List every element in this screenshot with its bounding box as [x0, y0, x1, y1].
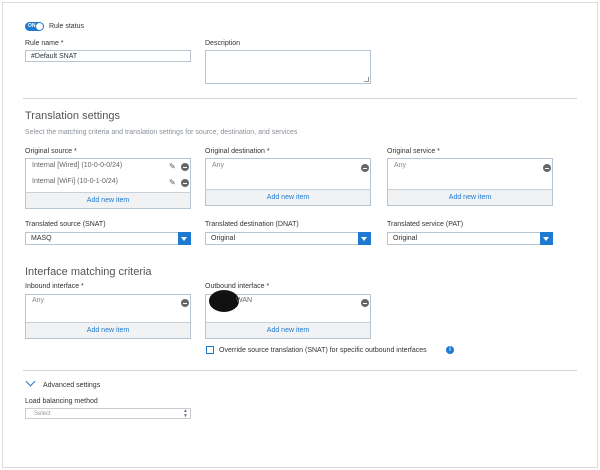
override-snat-checkbox[interactable] — [206, 346, 214, 354]
translated-destination-select[interactable]: Original — [205, 232, 371, 245]
advanced-settings-toggle[interactable]: Advanced settings — [43, 382, 100, 389]
minus-circle-icon[interactable] — [181, 299, 189, 307]
divider — [23, 98, 577, 99]
list-item: Any — [212, 162, 225, 169]
rule-name-input[interactable]: #Default SNAT — [25, 50, 191, 62]
original-service-label: Original service * — [387, 148, 440, 155]
info-icon[interactable]: i — [446, 346, 454, 354]
redaction-blob — [209, 290, 239, 312]
minus-circle-icon[interactable] — [361, 299, 369, 307]
rule-form: ON Rule status Rule name * #Default SNAT… — [2, 2, 598, 468]
list-item: Any — [394, 162, 407, 169]
translated-service-value: Original — [393, 235, 418, 242]
interface-criteria-title: Interface matching criteria — [25, 266, 152, 278]
add-new-item-button[interactable]: Add new item — [26, 192, 190, 208]
toggle-knob — [36, 23, 43, 30]
outbound-interface-list: WAN Add new item — [205, 290, 371, 339]
resize-handle-icon[interactable] — [364, 77, 369, 82]
translated-service-label: Translated service (PAT) — [387, 221, 464, 228]
rule-status-label: Rule status — [49, 23, 85, 30]
list-item: Internal [Wired] (10-0-0-0/24) — [32, 162, 123, 169]
original-destination-label: Original destination * — [205, 148, 270, 155]
pencil-icon[interactable]: ✎ — [169, 163, 177, 171]
translated-source-value: MASQ — [31, 235, 52, 242]
translation-settings-subtitle: Select the matching criteria and transla… — [25, 129, 298, 136]
dropdown-arrow-icon[interactable] — [540, 232, 553, 245]
add-new-item-button[interactable]: Add new item — [26, 322, 190, 338]
translated-service-select[interactable]: Original — [387, 232, 553, 245]
translation-settings-title: Translation settings — [25, 110, 120, 122]
toggle-on-text: ON — [28, 23, 36, 29]
load-balancing-label: Load balancing method — [25, 398, 98, 405]
select-arrows-icon: ▲ ▼ — [183, 408, 188, 419]
inbound-interface-label: Inbound interface * — [25, 283, 84, 290]
description-label: Description — [205, 40, 241, 47]
rule-status-toggle[interactable]: ON — [25, 22, 44, 31]
original-destination-list: Any Add new item — [205, 158, 371, 206]
minus-circle-icon[interactable] — [181, 163, 189, 171]
minus-circle-icon[interactable] — [181, 179, 189, 187]
outbound-interface-label: Outbound interface * — [205, 283, 270, 290]
add-new-item-button[interactable]: Add new item — [388, 189, 552, 205]
add-new-item-button[interactable]: Add new item — [206, 189, 370, 205]
minus-circle-icon[interactable] — [361, 164, 369, 172]
chevron-down-icon[interactable] — [25, 376, 36, 387]
original-source-label: Original source * — [25, 148, 77, 155]
translated-destination-label: Translated destination (DNAT) — [205, 221, 299, 228]
translated-destination-value: Original — [211, 235, 236, 242]
translated-source-select[interactable]: MASQ — [25, 232, 191, 245]
add-new-item-button[interactable]: Add new item — [206, 322, 370, 338]
inbound-interface-list: Any Add new item — [25, 294, 191, 339]
original-source-list: Internal [Wired] (10-0-0-0/24) ✎ Interna… — [25, 158, 191, 209]
dropdown-arrow-icon[interactable] — [358, 232, 371, 245]
minus-circle-icon[interactable] — [543, 164, 551, 172]
translated-source-label: Translated source (SNAT) — [25, 221, 106, 228]
dropdown-arrow-icon[interactable] — [178, 232, 191, 245]
description-textarea[interactable] — [205, 50, 371, 84]
list-item: Any — [32, 297, 45, 304]
load-balancing-select[interactable]: Select ▲ ▼ — [25, 408, 191, 419]
pencil-icon[interactable]: ✎ — [169, 179, 177, 187]
rule-name-label: Rule name * — [25, 40, 64, 47]
original-service-list: Any Add new item — [387, 158, 553, 206]
divider — [23, 370, 577, 371]
list-item: Internal [WiFi] (10-0-1-0/24) — [32, 178, 118, 185]
load-balancing-value: Select — [34, 411, 51, 417]
override-snat-label: Override source translation (SNAT) for s… — [219, 347, 427, 354]
list-item: WAN — [236, 297, 253, 304]
